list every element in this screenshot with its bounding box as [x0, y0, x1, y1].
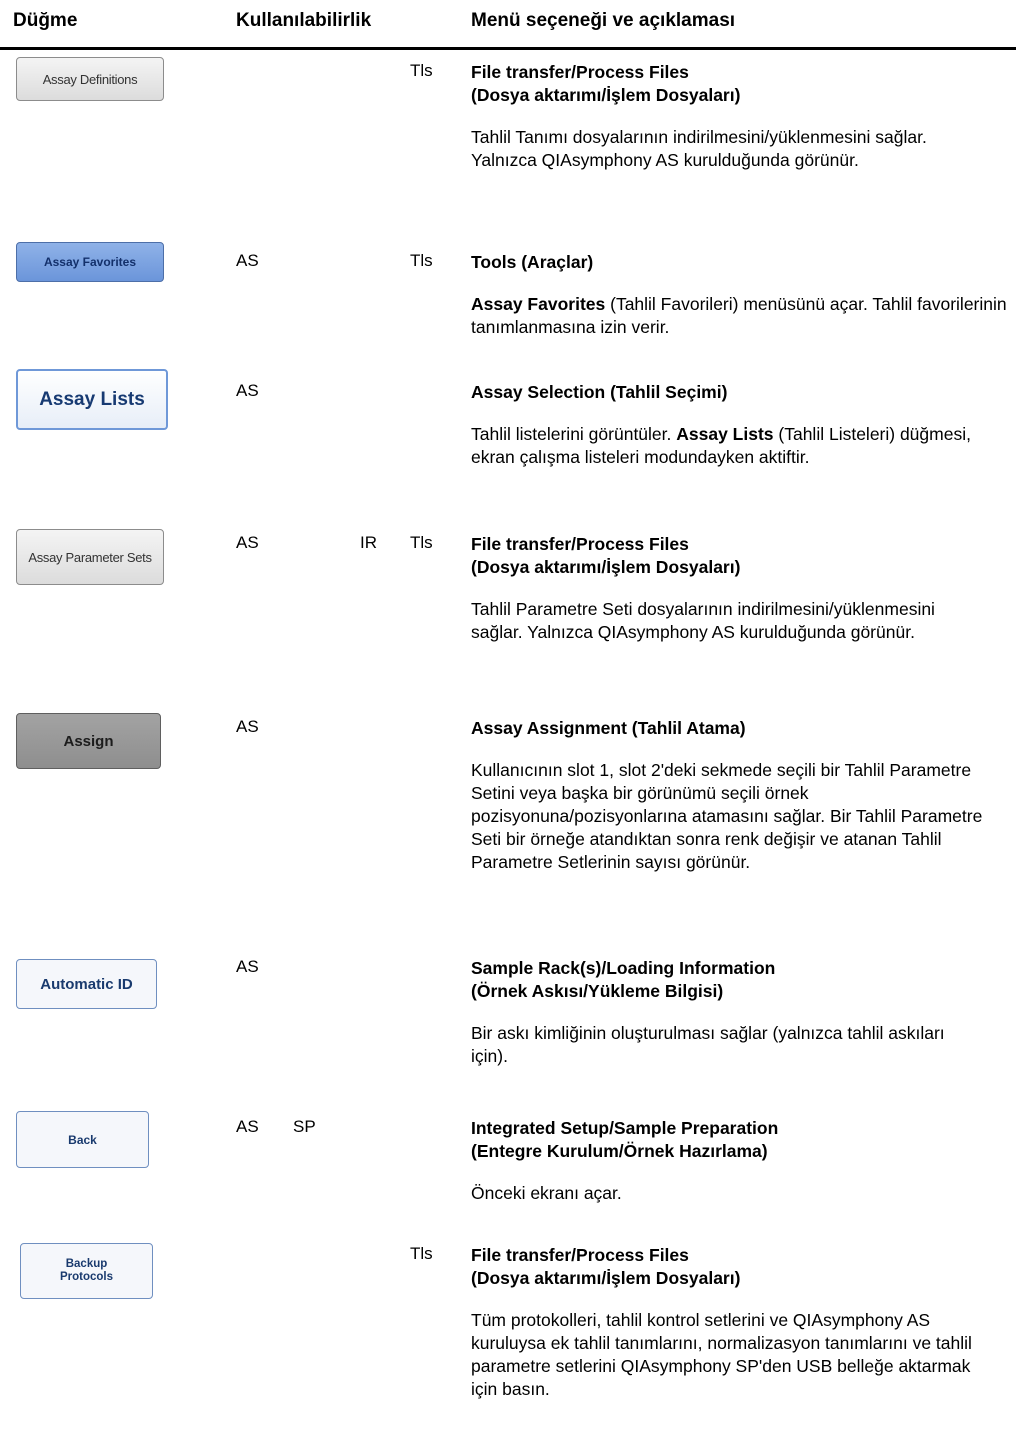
header-menu-column: Menü seçeneği ve açıklaması [471, 10, 736, 31]
menu-option: Assay Assignment (Tahlil Atama) [471, 718, 746, 738]
menu-option: Integrated Setup/Sample Preparation (Ent… [471, 1118, 779, 1161]
button-label: Assign [63, 732, 114, 750]
button-label: Assay Definitions [42, 71, 138, 87]
button-label: Backup Protocols [59, 1258, 114, 1283]
header-button-column: Düğme [13, 10, 78, 31]
menu-description: Sample Rack(s)/Loading Information (Örne… [471, 957, 1016, 1068]
availability-sp: SP [293, 1117, 316, 1136]
availability-as: AS [236, 957, 259, 976]
availability-as: AS [236, 717, 259, 736]
menu-option: Assay Selection (Tahlil Seçimi) [471, 382, 728, 402]
availability-tls: Tls [410, 533, 433, 552]
button-label: Assay Lists [39, 388, 145, 410]
description-text: Bir askı kimliğinin oluşturulması sağlar… [471, 1023, 945, 1066]
availability-tls: Tls [410, 251, 433, 270]
menu-description: Assay Assignment (Tahlil Atama) Kullanıc… [471, 717, 1016, 874]
backup-protocols-button[interactable]: Backup Protocols [20, 1243, 153, 1299]
menu-option: File transfer/Process Files (Dosya aktar… [471, 534, 741, 577]
description-text: Tahlil listelerini görüntüler. Assay Lis… [471, 424, 971, 467]
assay-definitions-button[interactable]: Assay Definitions [16, 57, 164, 101]
menu-option: File transfer/Process Files (Dosya aktar… [471, 62, 741, 105]
description-text: Önceki ekranı açar. [471, 1183, 622, 1203]
assay-parameter-sets-button[interactable]: Assay Parameter Sets [16, 529, 164, 585]
button-label: Back [68, 1132, 97, 1147]
back-button[interactable]: Back [16, 1111, 149, 1168]
header-divider [0, 47, 1016, 50]
assay-favorites-button[interactable]: Assay Favorites [16, 242, 164, 282]
availability-as: AS [236, 1117, 259, 1136]
menu-description: Assay Selection (Tahlil Seçimi) Tahlil l… [471, 381, 1016, 469]
button-label: Assay Favorites [43, 255, 137, 269]
menu-description: File transfer/Process Files (Dosya aktar… [471, 61, 1016, 172]
description-text: Assay Favorites (Tahlil Favorileri) menü… [471, 294, 1007, 337]
menu-option: Sample Rack(s)/Loading Information (Örne… [471, 958, 776, 1001]
button-label: Automatic ID [40, 975, 133, 993]
description-text: Kullanıcının slot 1, slot 2'deki sekmede… [471, 760, 983, 872]
availability-ir: IR [360, 533, 377, 552]
description-text: Tüm protokolleri, tahlil kontrol setleri… [471, 1310, 972, 1399]
header-availability-column: Kullanılabilirlik [236, 10, 372, 31]
availability-tls: Tls [410, 1244, 433, 1263]
menu-description: Integrated Setup/Sample Preparation (Ent… [471, 1117, 1016, 1205]
menu-description: File transfer/Process Files (Dosya aktar… [471, 533, 1016, 644]
menu-description: Tools (Araçlar) Assay Favorites (Tahlil … [471, 251, 1016, 339]
availability-as: AS [236, 533, 259, 552]
availability-as: AS [236, 381, 259, 400]
availability-tls: Tls [410, 61, 433, 80]
menu-option: Tools (Araçlar) [471, 252, 594, 272]
availability-as: AS [236, 251, 259, 270]
menu-option: File transfer/Process Files (Dosya aktar… [471, 1245, 741, 1288]
table-header: Düğme Kullanılabilirlik Menü seçeneği ve… [0, 0, 1016, 46]
button-label: Assay Parameter Sets [28, 549, 152, 565]
description-text: Tahlil Parametre Seti dosyalarının indir… [471, 599, 935, 642]
menu-description: File transfer/Process Files (Dosya aktar… [471, 1244, 1016, 1401]
assign-button[interactable]: Assign [16, 713, 161, 769]
description-text: Tahlil Tanımı dosyalarının indirilmesini… [471, 127, 927, 170]
assay-lists-button[interactable]: Assay Lists [16, 369, 168, 430]
automatic-id-button[interactable]: Automatic ID [16, 959, 157, 1009]
